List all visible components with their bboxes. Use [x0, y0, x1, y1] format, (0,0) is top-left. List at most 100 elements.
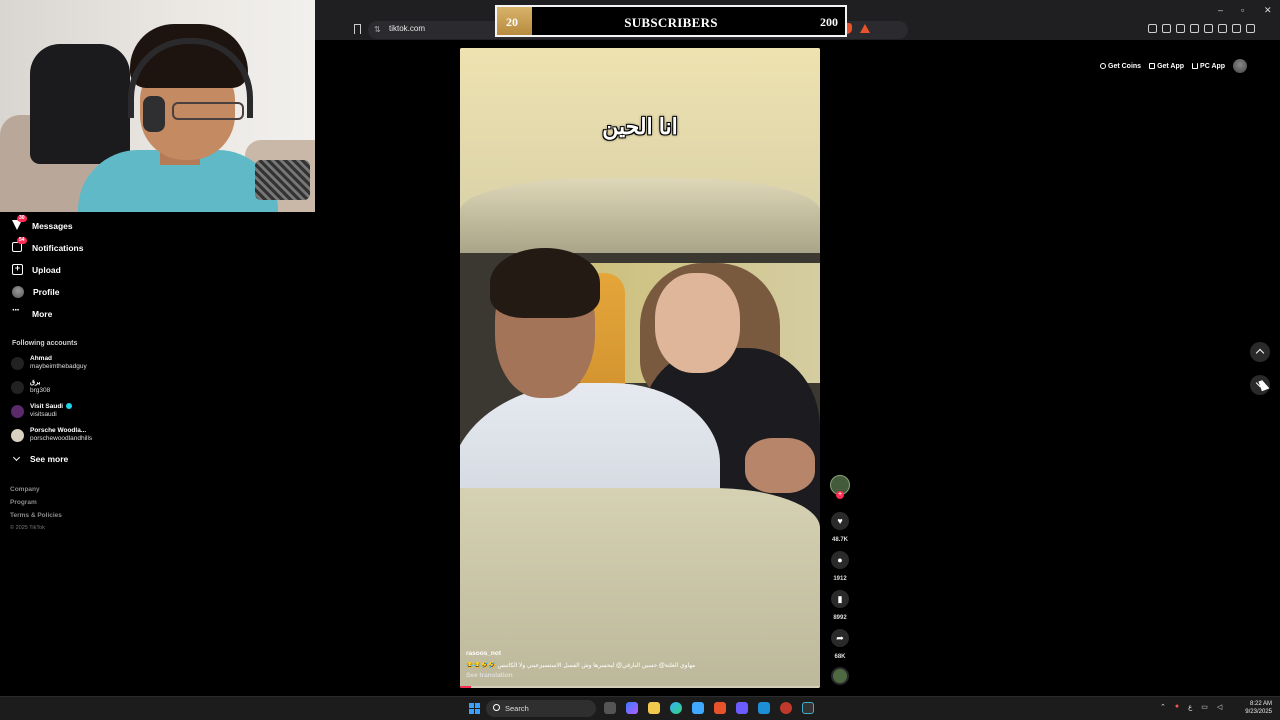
- following-accounts-heading: Following accounts: [12, 340, 78, 347]
- video-caption-overlay: انا الحين: [602, 114, 678, 139]
- subscriber-goal-title: SUBSCRIBERS: [624, 15, 718, 30]
- sidebar-icon[interactable]: [1190, 24, 1199, 33]
- taskbar-search[interactable]: Search: [486, 700, 596, 717]
- footer-link-company[interactable]: Company: [10, 486, 40, 493]
- follow-plus-icon[interactable]: +: [836, 491, 844, 499]
- video-player[interactable]: انا الحين rasoos_not مهاوي الغلثة@ حسين …: [460, 48, 820, 688]
- media-icon[interactable]: [1176, 24, 1185, 33]
- subscriber-goal-target: 200: [820, 15, 838, 29]
- footer-link-program[interactable]: Program: [10, 499, 37, 506]
- following-account-ahmad[interactable]: Ahmad maybeimthebadguy: [11, 355, 87, 371]
- following-account-brg[interactable]: برق brg308: [11, 379, 50, 395]
- brave-rewards-icon[interactable]: [860, 24, 870, 33]
- microphone: [255, 160, 310, 200]
- minimize-button[interactable]: –: [1218, 5, 1223, 15]
- split-view-icon[interactable]: [1204, 24, 1213, 33]
- close-window-button[interactable]: ✕: [1264, 5, 1272, 16]
- verified-badge-icon: [66, 403, 73, 409]
- get-app-button[interactable]: Get App: [1149, 63, 1184, 70]
- vpn-icon[interactable]: [1232, 24, 1241, 33]
- get-coins-button[interactable]: Get Coins: [1100, 63, 1141, 70]
- share-button[interactable]: ➦: [831, 629, 849, 647]
- store-icon[interactable]: [692, 702, 704, 714]
- taskbar-apps: [604, 702, 814, 714]
- sidebar-item-upload[interactable]: + Upload: [12, 264, 61, 275]
- volume-icon[interactable]: ◁: [1217, 703, 1222, 711]
- get-app-label: Get App: [1157, 62, 1185, 70]
- video-author[interactable]: rasoos_not: [466, 650, 501, 657]
- microphone-tray-icon[interactable]: ●: [1175, 703, 1179, 711]
- music-disc-icon[interactable]: [831, 667, 849, 685]
- network-icon[interactable]: ▭: [1201, 703, 1208, 711]
- pc-app-button[interactable]: PC App: [1192, 63, 1225, 70]
- comment-button[interactable]: ●: [831, 551, 849, 569]
- address-url[interactable]: tiktok.com: [389, 24, 425, 33]
- tray-overflow-icon[interactable]: ⌃: [1160, 703, 1166, 711]
- task-view-icon[interactable]: [604, 702, 616, 714]
- account-name: Visit Saudi: [30, 403, 64, 410]
- video-scene-hand: [745, 438, 815, 493]
- discord-icon[interactable]: [736, 702, 748, 714]
- video-scene-woman-head: [655, 273, 740, 373]
- video-scene-car-door: [460, 488, 820, 688]
- send-icon: 30: [12, 215, 27, 231]
- sidebar-item-profile[interactable]: Profile: [12, 286, 59, 298]
- share-icon: ➦: [836, 632, 844, 643]
- chevron-up-icon: [1255, 348, 1265, 358]
- previous-video-button[interactable]: [1250, 342, 1270, 362]
- headset-earcup: [143, 96, 165, 132]
- edge-icon[interactable]: [670, 702, 682, 714]
- following-account-porsche[interactable]: Porsche Woodla... porschewoodlandhills: [11, 427, 92, 443]
- inbox-icon: 54: [12, 237, 27, 253]
- sidebar-item-label: Profile: [33, 287, 60, 297]
- maximize-button[interactable]: ▫: [1241, 5, 1244, 15]
- account-handle: maybeimthebadguy: [30, 363, 87, 370]
- leo-icon[interactable]: [1218, 24, 1227, 33]
- see-translation-button[interactable]: See translation: [466, 672, 513, 679]
- user-avatar[interactable]: [1233, 59, 1248, 73]
- wallet-icon[interactable]: [1162, 24, 1171, 33]
- like-count: 48.7K: [831, 537, 848, 543]
- notifications-badge: 54: [17, 237, 27, 244]
- account-name: برق: [30, 379, 41, 386]
- video-progress-fill: [460, 686, 471, 688]
- account-avatar: [11, 428, 24, 442]
- brave-icon[interactable]: [714, 702, 726, 714]
- sidebar-item-notifications[interactable]: 54 Notifications: [12, 237, 83, 253]
- video-progress-bar[interactable]: [460, 686, 820, 688]
- comment-icon: ●: [837, 555, 843, 565]
- copilot-icon[interactable]: [626, 702, 638, 714]
- site-info-icon[interactable]: ⇅: [374, 25, 381, 34]
- account-avatar: [11, 356, 24, 370]
- taskbar-clock[interactable]: 8:22 AM 9/23/2025: [1240, 700, 1272, 716]
- menu-icon[interactable]: [1246, 24, 1255, 33]
- pc-app-label: PC App: [1200, 62, 1226, 70]
- sidebar-item-more[interactable]: ··· More: [12, 306, 52, 319]
- following-account-visitsaudi[interactable]: Visit Saudi visitsaudi: [11, 403, 73, 419]
- account-name: Ahmad: [30, 355, 53, 362]
- windows-start-icon[interactable]: [469, 703, 480, 714]
- see-more-label: See more: [30, 454, 69, 464]
- like-button[interactable]: ♥: [831, 512, 849, 530]
- terminal-icon[interactable]: [802, 702, 814, 714]
- save-button[interactable]: ▮: [831, 590, 849, 608]
- save-count: 8992: [833, 615, 847, 621]
- extensions-icon[interactable]: [1148, 24, 1157, 33]
- account-avatar: [11, 380, 24, 394]
- system-tray: ⌃ ● ع ▭ ◁: [1160, 703, 1222, 711]
- file-explorer-icon[interactable]: [648, 702, 660, 714]
- obs-icon[interactable]: [780, 702, 792, 714]
- footer-link-terms[interactable]: Terms & Policies: [10, 512, 62, 519]
- comment-count: 1912: [833, 576, 847, 582]
- see-more-button[interactable]: See more: [12, 453, 69, 464]
- video-scene-man-hair: [490, 248, 600, 318]
- download-icon: [1192, 63, 1199, 69]
- browser-toolbar-icons: [1148, 24, 1255, 33]
- sidebar-item-messages[interactable]: 30 Messages: [12, 215, 73, 231]
- account-handle: porschewoodlandhills: [30, 435, 93, 442]
- search-icon: [493, 704, 500, 711]
- language-indicator[interactable]: ع: [1188, 703, 1192, 711]
- telegram-icon[interactable]: [758, 702, 770, 714]
- get-coins-label: Get Coins: [1108, 62, 1142, 70]
- bookmark-icon[interactable]: [354, 24, 361, 34]
